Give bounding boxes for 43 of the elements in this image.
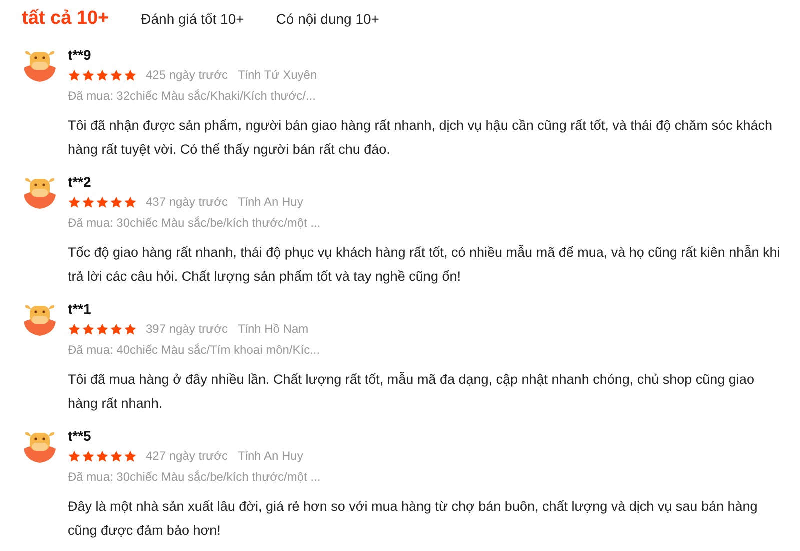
star-icon bbox=[110, 322, 123, 336]
review-text: Tôi đã mua hàng ở đây nhiều lần. Chất lượng rất tốt, mẫu mã đa dạng, cập nhật nhanh chóng, chủ shop cũng giao hàng rất nhanh. bbox=[68, 371, 756, 413]
star-icon bbox=[124, 450, 137, 462]
review-time: 427 ngày trước bbox=[146, 448, 228, 465]
review-location: Tỉnh An Huy bbox=[238, 448, 304, 465]
user-name: t**2 bbox=[68, 173, 92, 191]
star-icon bbox=[68, 196, 81, 208]
filter-tab[interactable]: Có nội dung 10+ bbox=[276, 8, 380, 30]
star-icon bbox=[110, 196, 123, 208]
review-text: Tốc độ giao hàng rất nhanh, thái độ phục vụ khách hàng rất tốt, có nhiều mẫu mã để mua, và họ cũng rất kiên nhẫn khi trả lời các câu hỏi. Chất lượng sản phẩm tốt và tay nghề cũng ổn! bbox=[68, 244, 782, 286]
review-time: 397 ngày trước bbox=[146, 321, 228, 338]
purchase-info: Đã mua: 30chiếc Màu sắc/be/kích thước/một ... bbox=[68, 215, 322, 231]
filter-tab[interactable]: tất cả 10+ bbox=[22, 4, 110, 34]
review-location: Tỉnh Tứ Xuyên bbox=[238, 67, 318, 84]
review-time: 437 ngày trước bbox=[146, 194, 228, 211]
review-location: Tỉnh Hồ Nam bbox=[238, 321, 309, 338]
star-icon bbox=[96, 68, 109, 82]
user-name: t**1 bbox=[68, 300, 92, 318]
star-icon bbox=[68, 322, 81, 336]
star-icon bbox=[124, 322, 137, 336]
star-icon bbox=[110, 450, 123, 462]
star-icon bbox=[124, 68, 137, 82]
purchase-info: Đã mua: 30chiếc Màu sắc/be/kích thước/một ... bbox=[68, 469, 322, 485]
user-name: t**9 bbox=[68, 46, 92, 64]
review-time: 425 ngày trước bbox=[146, 67, 228, 84]
star-icon bbox=[96, 322, 109, 336]
star-icon bbox=[96, 196, 109, 208]
star-icon bbox=[82, 322, 95, 336]
review-text: Tôi đã nhận được sản phẩm, người bán giao hàng rất nhanh, dịch vụ hậu cần cũng rất tốt, và thái độ chăm sóc khách hàng rất tuyệt vời. Có thể thấy người bán rất chu đáo. bbox=[68, 117, 774, 159]
filter-tab[interactable]: Đánh giá tốt 10+ bbox=[141, 8, 244, 30]
star-icon bbox=[124, 196, 137, 208]
star-icon bbox=[82, 450, 95, 462]
purchase-info: Đã mua: 32chiếc Màu sắc/Khaki/Kích thước/... bbox=[68, 88, 318, 104]
review-text: Đây là một nhà sản xuất lâu đời, giá rẻ hơn so với mua hàng từ chợ bán buôn, chất lượng và dịch vụ sau bán hàng cũng được đảm bảo hơn! bbox=[68, 498, 759, 540]
review-location: Tỉnh An Huy bbox=[238, 194, 304, 211]
star-icon bbox=[110, 68, 123, 82]
star-icon bbox=[82, 196, 95, 208]
star-icon bbox=[82, 68, 95, 82]
star-icon bbox=[68, 450, 81, 462]
star-icon bbox=[96, 450, 109, 462]
star-icon bbox=[68, 68, 81, 82]
purchase-info: Đã mua: 40chiếc Màu sắc/Tím khoai môn/Kíc... bbox=[68, 342, 322, 358]
user-name: t**5 bbox=[68, 427, 92, 445]
